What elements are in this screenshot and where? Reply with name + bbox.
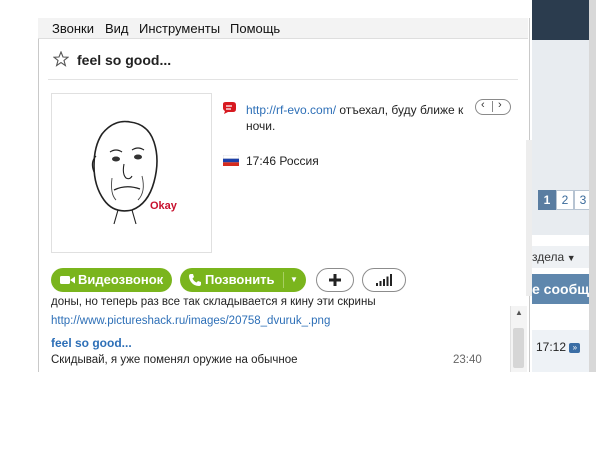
next-arrow-icon[interactable]: › — [498, 99, 502, 111]
mood-link[interactable]: http://rf-evo.com/ — [246, 103, 336, 117]
mood-message-icon — [221, 101, 237, 115]
dropdown-arrow-icon: ▼ — [564, 253, 576, 263]
video-call-button[interactable]: Видеозвонок — [51, 268, 172, 292]
avatar[interactable]: Okay — [51, 93, 212, 253]
call-label: Позвонить — [205, 272, 275, 287]
chat-timestamp: 23:40 — [453, 354, 482, 366]
chat-link[interactable]: http://www.pictureshack.ru/images/20758_… — [51, 315, 330, 327]
call-button[interactable]: Позвонить ▼ — [180, 268, 306, 292]
menu-tools[interactable]: Инструменты — [139, 21, 220, 36]
chat-partial-line: доны, но теперь раз все так складывается… — [51, 298, 376, 308]
goto-post-icon[interactable]: » — [569, 342, 581, 353]
mood-message: http://rf-evo.com/ отъехал, буду ближе к… — [246, 102, 464, 134]
call-dropdown-icon[interactable]: ▼ — [290, 268, 298, 292]
forum-sort-dropdown[interactable]: здела ▼ — [532, 246, 590, 268]
forum-row-time: 17:12 — [536, 340, 567, 354]
call-divider — [283, 272, 284, 288]
favorite-star-icon[interactable] — [53, 51, 69, 67]
chat-message: Скидывай, я уже поменял оружие на обычно… — [51, 354, 298, 366]
video-call-label: Видеозвонок — [78, 272, 164, 287]
page-button-1[interactable]: 1 — [538, 190, 556, 210]
menu-view[interactable]: Вид — [105, 21, 129, 36]
forum-sort-label: здела — [532, 250, 565, 264]
signal-bars-icon — [376, 274, 392, 286]
header-divider — [48, 79, 518, 80]
okay-face-avatar-image — [91, 120, 158, 225]
menu-help[interactable]: Помощь — [230, 21, 280, 36]
scroll-up-icon[interactable]: ▲ — [515, 308, 523, 317]
call-quality-button[interactable] — [362, 268, 406, 292]
forum-banner: е сообще — [532, 274, 590, 304]
prev-arrow-icon[interactable]: ‹ — [481, 99, 485, 111]
page-button-2[interactable]: 2 — [556, 190, 574, 210]
profile-scrollbar[interactable] — [526, 140, 532, 296]
scroll-thumb[interactable] — [513, 328, 524, 368]
plus-icon — [328, 273, 342, 287]
mood-nav: ‹ › — [475, 99, 511, 115]
local-time: 17:46 Россия — [246, 154, 319, 168]
browser-scrollbar[interactable] — [589, 0, 596, 372]
video-camera-icon — [60, 275, 75, 285]
contact-name: feel so good... — [77, 52, 172, 68]
menu-calls[interactable]: Звонки — [52, 21, 94, 36]
phone-icon — [188, 273, 202, 287]
add-contact-button[interactable] — [316, 268, 354, 292]
avatar-caption: Okay — [150, 200, 177, 212]
menu-bar: Звонки Вид Инструменты Помощь — [38, 18, 528, 39]
chat-scrollbar[interactable]: ▲ — [510, 306, 527, 372]
forum-banner-text: е сообще — [532, 281, 590, 297]
forum-row: 17:12 » — [532, 330, 590, 372]
russia-flag-icon — [223, 155, 239, 166]
forum-sidebar: 1 2 3 — [532, 0, 592, 235]
nav-divider — [492, 101, 493, 112]
chat-sender-name[interactable]: feel so good... — [51, 336, 132, 350]
